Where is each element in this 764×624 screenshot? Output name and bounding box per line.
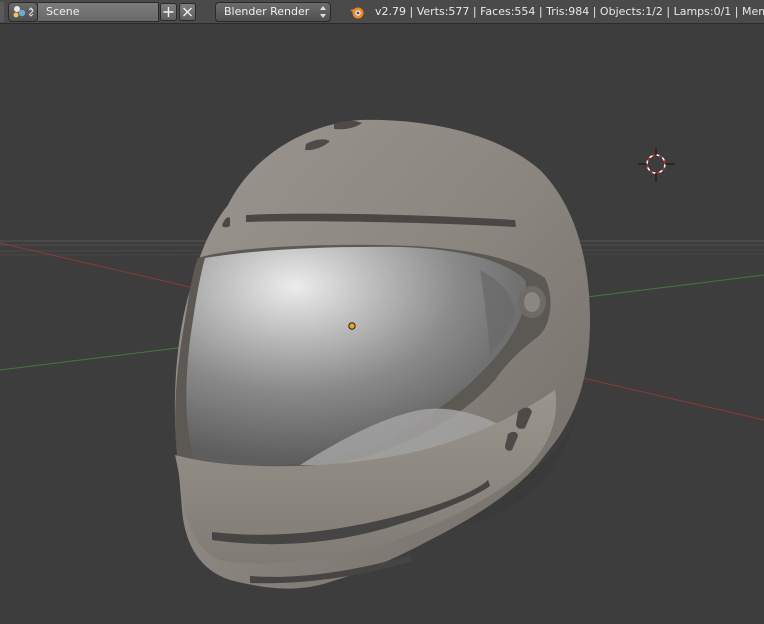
- scene-name-field[interactable]: Scene: [38, 2, 159, 22]
- render-engine-label: Blender Render: [224, 5, 310, 18]
- scene-statistics: v2.79 | Verts:577 | Faces:554 | Tris:984…: [375, 5, 764, 18]
- 3d-viewport[interactable]: [0, 24, 764, 624]
- remove-scene-button[interactable]: [179, 3, 196, 21]
- scene-type-button[interactable]: [8, 2, 38, 22]
- plus-icon: [163, 7, 174, 17]
- close-icon: [183, 7, 192, 17]
- render-engine-dropdown[interactable]: Blender Render: [215, 2, 331, 22]
- info-header: Scene Blender Render v2.79 | Verts:577 |…: [0, 0, 764, 24]
- blender-logo-icon: [350, 7, 364, 19]
- scene-icon: [13, 6, 34, 18]
- object-origin-dot: [348, 322, 356, 330]
- 3d-cursor-icon[interactable]: [638, 148, 675, 182]
- dropdown-arrows-icon: [320, 6, 326, 18]
- header-edge: [0, 2, 4, 22]
- helmet-mesh[interactable]: [174, 119, 590, 589]
- add-scene-button[interactable]: [160, 3, 177, 21]
- viewport-canvas[interactable]: [0, 24, 764, 624]
